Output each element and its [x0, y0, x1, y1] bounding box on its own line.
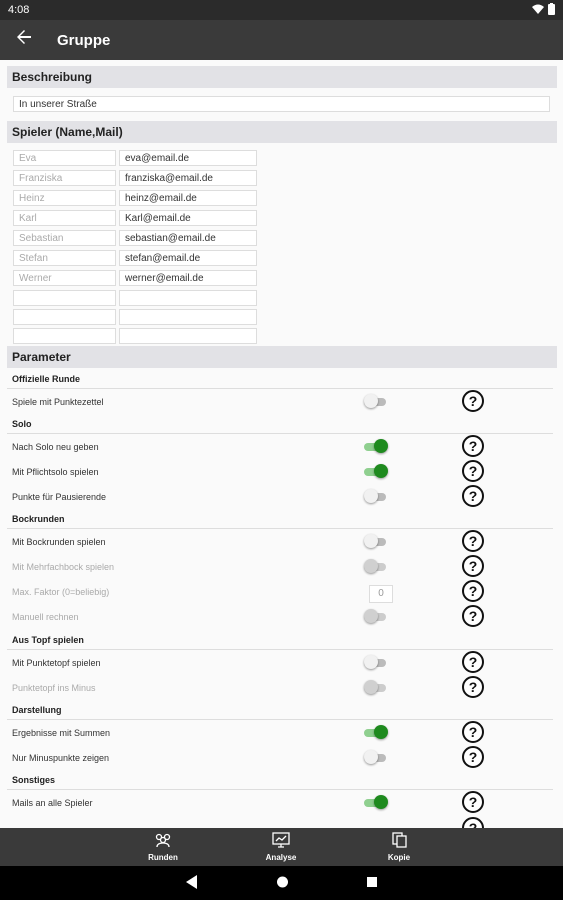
status-icons	[532, 3, 555, 15]
toggle-nach-solo[interactable]	[364, 439, 388, 455]
label-max-faktor: Max. Faktor (0=beliebig)	[12, 587, 110, 597]
group-topf: Aus Topf spielen	[12, 635, 84, 645]
divider	[7, 528, 553, 529]
recents-square-icon[interactable]	[366, 875, 378, 894]
group-bockrunden: Bockrunden	[12, 514, 65, 524]
group-darstellung: Darstellung	[12, 705, 62, 715]
label-mails: Mails an alle Spieler	[12, 798, 93, 808]
group-solo: Solo	[12, 419, 32, 429]
toggle-manuell[interactable]	[364, 609, 388, 625]
status-bar: 4:08	[0, 0, 563, 20]
player-mail-field[interactable]: Karl@email.de	[119, 210, 257, 226]
player-name-field[interactable]: Eva	[13, 150, 116, 166]
page-title: Gruppe	[57, 32, 111, 49]
bottom-navigation: Runden Analyse Kopie	[0, 828, 563, 866]
label-minuspunkte: Nur Minuspunkte zeigen	[12, 753, 110, 763]
divider	[7, 789, 553, 790]
label-manuell: Manuell rechnen	[12, 612, 79, 622]
toggle-mails[interactable]	[364, 795, 388, 811]
player-mail-field[interactable]: franziska@email.de	[119, 170, 257, 186]
label-mehrfachbock: Mit Mehrfachbock spielen	[12, 562, 115, 572]
back-triangle-icon[interactable]	[186, 875, 198, 894]
player-name-field[interactable]: Karl	[13, 210, 116, 226]
toggle-minuspunkte[interactable]	[364, 750, 388, 766]
label-topf-minus: Punktetopf ins Minus	[12, 683, 96, 693]
label-bockrunden: Mit Bockrunden spielen	[12, 537, 106, 547]
label-pflichtsolo: Mit Pflichtsolo spielen	[12, 467, 99, 477]
system-navigation-bar	[0, 866, 563, 900]
section-header-beschreibung: Beschreibung	[7, 66, 557, 88]
divider	[7, 719, 553, 720]
help-icon[interactable]: ?	[462, 390, 484, 412]
toggle-topf-minus[interactable]	[364, 680, 388, 696]
help-icon[interactable]: ?	[462, 485, 484, 507]
help-icon[interactable]: ?	[462, 530, 484, 552]
nav-analyse-label: Analyse	[265, 853, 297, 862]
help-icon[interactable]: ?	[462, 605, 484, 627]
toggle-pausierende[interactable]	[364, 489, 388, 505]
back-arrow-icon[interactable]	[16, 29, 32, 49]
help-icon[interactable]: ?	[462, 817, 484, 828]
help-icon[interactable]: ?	[462, 791, 484, 813]
nav-analyse[interactable]: Analyse	[251, 832, 311, 862]
label-punktetopf: Mit Punktetopf spielen	[12, 658, 101, 668]
player-mail-field[interactable]: stefan@email.de	[119, 250, 257, 266]
nav-runden-label: Runden	[148, 853, 178, 862]
toggle-bockrunden[interactable]	[364, 534, 388, 550]
battery-icon	[548, 3, 555, 15]
help-icon[interactable]: ?	[462, 555, 484, 577]
chart-monitor-icon	[251, 832, 311, 853]
label-summen: Ergebnisse mit Summen	[12, 728, 111, 738]
nav-kopie[interactable]: Kopie	[369, 832, 429, 862]
toggle-pflichtsolo[interactable]	[364, 464, 388, 480]
section-header-spieler: Spieler (Name,Mail)	[7, 121, 557, 143]
player-mail-field[interactable]	[119, 328, 257, 344]
player-name-field[interactable]: Franziska	[13, 170, 116, 186]
section-header-parameter: Parameter	[7, 346, 557, 368]
player-name-field[interactable]: Stefan	[13, 250, 116, 266]
player-mail-field[interactable]: sebastian@email.de	[119, 230, 257, 246]
group-icon	[133, 832, 193, 853]
toggle-summen[interactable]	[364, 725, 388, 741]
player-name-field[interactable]	[13, 290, 116, 306]
player-name-field[interactable]: Werner	[13, 270, 116, 286]
player-mail-field[interactable]	[119, 290, 257, 306]
label-pausierende: Punkte für Pausierende	[12, 492, 107, 502]
status-time: 4:08	[8, 4, 30, 16]
player-mail-field[interactable]	[119, 309, 257, 325]
label-nach-solo: Nach Solo neu geben	[12, 442, 99, 452]
nav-runden[interactable]: Runden	[133, 832, 193, 862]
player-mail-field[interactable]: eva@email.de	[119, 150, 257, 166]
help-icon[interactable]: ?	[462, 651, 484, 673]
copy-icon	[369, 832, 429, 853]
player-name-field[interactable]: Sebastian	[13, 230, 116, 246]
description-input[interactable]: In unserer Straße	[13, 96, 550, 112]
divider	[7, 388, 553, 389]
player-name-field[interactable]: Heinz	[13, 190, 116, 206]
group-offizielle-runde: Offizielle Runde	[12, 374, 81, 384]
max-faktor-input[interactable]: 0	[369, 585, 393, 603]
help-icon[interactable]: ?	[462, 580, 484, 602]
group-sonstiges: Sonstiges	[12, 775, 56, 785]
player-mail-field[interactable]: heinz@email.de	[119, 190, 257, 206]
settings-scroll-area[interactable]: Beschreibung In unserer Straße Spieler (…	[0, 60, 563, 828]
help-icon[interactable]: ?	[462, 460, 484, 482]
player-mail-field[interactable]: werner@email.de	[119, 270, 257, 286]
label-punktezettel: Spiele mit Punktezettel	[12, 397, 104, 407]
help-icon[interactable]: ?	[462, 676, 484, 698]
player-name-field[interactable]	[13, 309, 116, 325]
app-bar: Gruppe	[0, 20, 563, 60]
toggle-mehrfachbock[interactable]	[364, 559, 388, 575]
home-circle-icon[interactable]	[276, 875, 289, 894]
help-icon[interactable]: ?	[462, 746, 484, 768]
divider	[7, 649, 553, 650]
help-icon[interactable]: ?	[462, 435, 484, 457]
help-icon[interactable]: ?	[462, 721, 484, 743]
wifi-icon	[532, 4, 544, 14]
nav-kopie-label: Kopie	[387, 853, 411, 862]
divider	[7, 433, 553, 434]
toggle-punktezettel[interactable]	[364, 394, 388, 410]
toggle-punktetopf[interactable]	[364, 655, 388, 671]
player-name-field[interactable]	[13, 328, 116, 344]
